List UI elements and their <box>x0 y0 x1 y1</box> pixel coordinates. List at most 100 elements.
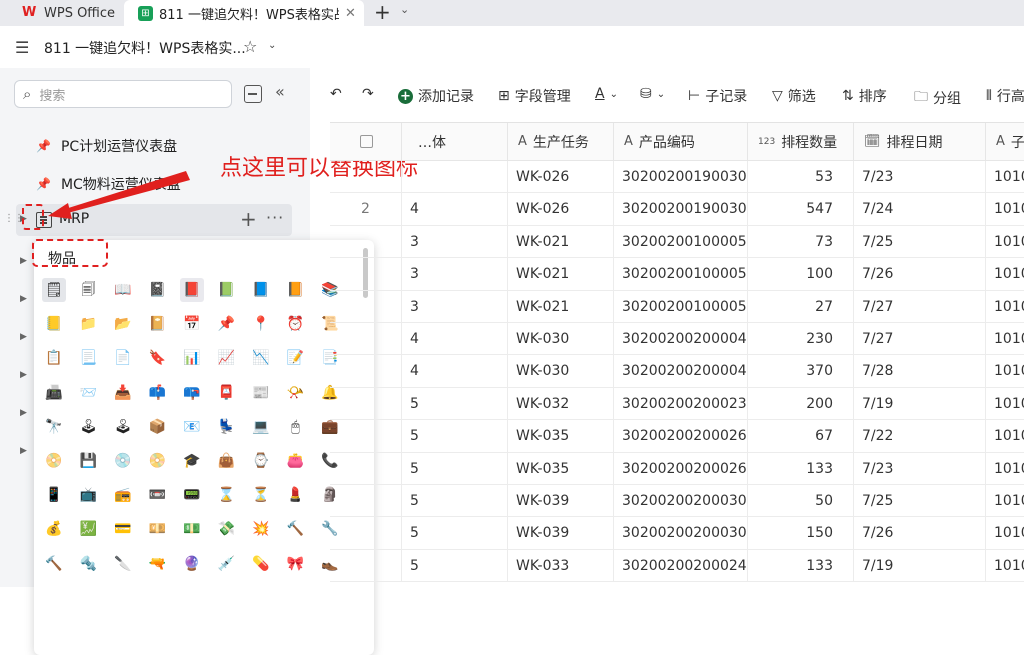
table-cell-qty[interactable]: 150 <box>748 517 854 550</box>
table-cell-task[interactable]: WK-026 <box>508 161 614 193</box>
icon-option[interactable]: 📝 <box>284 346 308 370</box>
table-row[interactable]: 5WK-03930200200200030507/251010 <box>330 485 1024 518</box>
icon-option[interactable]: 🔫 <box>146 552 170 576</box>
table-row[interactable]: 4WK-030302002002000043707/281010 <box>330 355 1024 388</box>
table-cell-a[interactable]: 5 <box>402 549 508 582</box>
icon-option[interactable]: 📖 <box>111 278 135 302</box>
star-icon[interactable]: ☆ <box>243 37 257 56</box>
icon-option[interactable]: 💉 <box>215 552 239 576</box>
table-cell-sub[interactable]: 1010 <box>986 258 1024 290</box>
icon-option[interactable]: 📀 <box>42 449 66 473</box>
column-header-0[interactable]: …体 <box>402 123 508 161</box>
table-cell-task[interactable]: WK-021 <box>508 290 614 323</box>
icon-option[interactable]: ⏳ <box>249 483 273 507</box>
table-cell-sub[interactable]: 1010 <box>986 323 1024 355</box>
table-cell-date[interactable]: 7/23 <box>854 161 986 193</box>
table-cell-date[interactable]: 7/24 <box>854 193 986 226</box>
table-cell-idx[interactable] <box>330 355 402 388</box>
icon-option[interactable]: 🔪 <box>111 552 135 576</box>
icon-option[interactable]: 📰 <box>249 381 273 405</box>
expand-triangle-icon[interactable]: ▶ <box>20 446 27 456</box>
table-row[interactable]: 5WK-032302002002000232007/191010 <box>330 387 1024 421</box>
icon-option[interactable]: 📈 <box>215 346 239 370</box>
field-manage-button[interactable]: ⊞ 字段管理 <box>498 86 571 106</box>
table-cell-date[interactable]: 7/25 <box>854 225 986 258</box>
table-cell-sub[interactable]: 1010 <box>986 355 1024 387</box>
table-cell-task[interactable]: WK-030 <box>508 355 614 388</box>
icon-option[interactable]: 💴 <box>146 517 170 541</box>
text-color-button[interactable]: A ⌄ <box>595 86 618 102</box>
icon-option[interactable]: 📱 <box>42 483 66 507</box>
table-cell-date[interactable]: 7/26 <box>854 258 986 291</box>
table-cell-date[interactable]: 7/28 <box>854 355 986 388</box>
icon-option[interactable]: 📔 <box>146 312 170 336</box>
icon-option[interactable]: 📧 <box>180 415 204 439</box>
icon-option[interactable]: 🗒 <box>42 278 66 302</box>
table-cell-sub[interactable]: 1010 <box>986 517 1024 549</box>
icon-option[interactable]: 📮 <box>215 381 239 405</box>
table-cell-a[interactable]: 5 <box>402 387 508 420</box>
table-cell-task[interactable]: WK-032 <box>508 387 614 420</box>
new-tab-button[interactable]: + <box>374 2 391 22</box>
icon-option[interactable]: 📅 <box>180 312 204 336</box>
icon-option[interactable]: 📺 <box>77 483 101 507</box>
icon-option[interactable]: 📙 <box>284 278 308 302</box>
table-row[interactable]: 3WK-02130200200100005277/271010 <box>330 290 1024 323</box>
table-cell-idx[interactable] <box>330 258 402 291</box>
icon-option[interactable]: 📉 <box>249 346 273 370</box>
icon-option[interactable]: 📕 <box>180 278 204 302</box>
table-cell-sub[interactable]: 1010 <box>986 388 1024 420</box>
icon-option[interactable]: 📪 <box>180 381 204 405</box>
icon-option[interactable]: 📦 <box>146 415 170 439</box>
table-cell-a[interactable] <box>402 161 508 193</box>
table-cell-qty[interactable]: 50 <box>748 485 854 517</box>
column-header-date[interactable]: 🗓 排程日期 <box>854 123 986 161</box>
table-row[interactable]: 5WK-039302002002000301507/261010 <box>330 517 1024 550</box>
icon-option[interactable]: 💻 <box>249 415 273 439</box>
table-cell-idx[interactable] <box>330 452 402 485</box>
table-cell-code[interactable]: 30200200100005 <box>614 290 748 323</box>
icon-option[interactable]: 📯 <box>284 381 308 405</box>
table-cell-date[interactable]: 7/19 <box>854 549 986 582</box>
icon-option[interactable]: 📼 <box>146 483 170 507</box>
table-cell-qty[interactable]: 547 <box>748 193 854 226</box>
table-cell-a[interactable]: 3 <box>402 290 508 323</box>
table-cell-code[interactable]: 30200200100005 <box>614 258 748 291</box>
icon-option[interactable]: 📟 <box>180 483 204 507</box>
icon-option[interactable]: 📻 <box>111 483 135 507</box>
table-cell-date[interactable]: 7/23 <box>854 452 986 485</box>
table-cell-idx[interactable] <box>330 485 402 517</box>
collapse-all-button[interactable] <box>244 85 262 103</box>
icon-option[interactable]: 🔖 <box>146 346 170 370</box>
table-cell-idx[interactable] <box>330 549 402 582</box>
sidebar-item-mc-dashboard[interactable]: 📌 MC物料运营仪表盘 <box>36 169 181 199</box>
redo-icon[interactable]: ↷ <box>362 86 374 102</box>
table-cell-task[interactable]: WK-021 <box>508 225 614 258</box>
icon-option[interactable]: 💰 <box>42 517 66 541</box>
icon-option[interactable]: 📃 <box>77 346 101 370</box>
collapse-sidebar-icon[interactable]: ‹‹ <box>275 82 285 101</box>
table-cell-qty[interactable]: 27 <box>748 290 854 323</box>
icon-option[interactable]: 📄 <box>111 346 135 370</box>
icon-option[interactable]: 📗 <box>215 278 239 302</box>
icon-option[interactable]: 🔨 <box>284 517 308 541</box>
fill-color-button[interactable]: ⛁ ⌄ <box>640 86 665 102</box>
group-button[interactable]: 🗀 分组 <box>914 86 961 110</box>
table-cell-qty[interactable]: 100 <box>748 258 854 291</box>
expand-triangle-icon[interactable]: ▶ <box>20 294 27 304</box>
table-cell-code[interactable]: 30200200200026 <box>614 452 748 485</box>
icon-option[interactable]: 📓 <box>146 278 170 302</box>
table-row[interactable]: 24WK-026302002001900305477/241010 <box>330 193 1024 226</box>
icon-option[interactable]: 🎓 <box>180 449 204 473</box>
icon-option[interactable]: ⌚ <box>249 449 273 473</box>
table-cell-sub[interactable]: 1010 <box>986 550 1024 582</box>
icon-option[interactable]: 📥 <box>111 381 135 405</box>
search-input[interactable]: ⌕ 搜索 <box>14 80 232 108</box>
icon-option[interactable]: 📋 <box>42 346 66 370</box>
icon-option[interactable]: 💺 <box>215 415 239 439</box>
icon-option[interactable]: 🕹 <box>111 415 135 439</box>
icon-option[interactable]: 💄 <box>284 483 308 507</box>
table-cell-a[interactable]: 5 <box>402 420 508 453</box>
icon-option[interactable]: 🖱 <box>284 415 308 439</box>
table-cell-qty[interactable]: 73 <box>748 225 854 258</box>
